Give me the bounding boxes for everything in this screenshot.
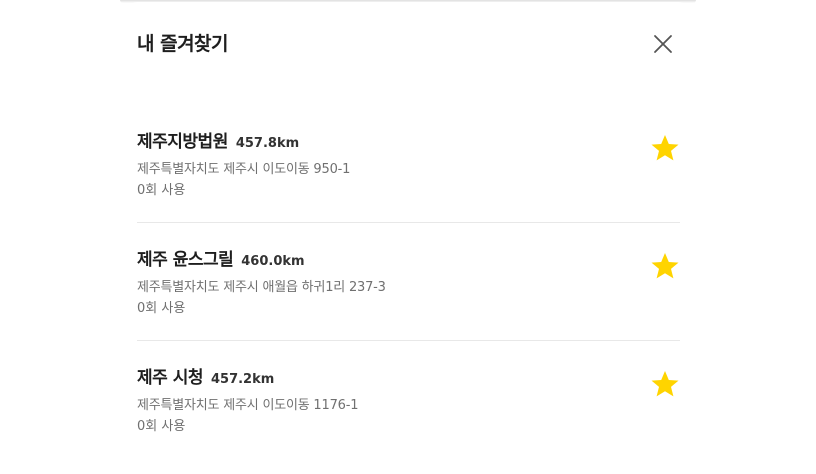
favorite-title-line: 제주 시청 457.2km xyxy=(137,363,274,388)
favorites-sheet: 내 즐겨찾기 제주지방법원 457.8km 제주특별자치도 제주시 이도이동 95… xyxy=(120,2,696,474)
list-item[interactable]: 제주 윤스그릴 460.0km 제주특별자치도 제주시 애월읍 하귀1리 237-… xyxy=(137,223,680,341)
sheet-header: 내 즐겨찾기 xyxy=(137,29,687,59)
close-icon xyxy=(654,35,672,53)
star-icon xyxy=(651,253,679,279)
favorite-distance: 460.0km xyxy=(241,254,305,269)
favorite-address: 제주특별자치도 제주시 애월읍 하귀1리 237-3 xyxy=(137,280,386,295)
list-item[interactable]: 제주 시청 457.2km 제주특별자치도 제주시 이도이동 1176-1 0회 … xyxy=(137,341,680,459)
star-icon xyxy=(651,371,679,397)
star-icon xyxy=(651,135,679,161)
favorite-toggle-button[interactable] xyxy=(650,369,680,399)
favorite-name: 제주지방법원 xyxy=(137,132,228,152)
favorite-title-line: 제주지방법원 457.8km xyxy=(137,127,299,152)
favorite-usage-count: 0회 사용 xyxy=(137,419,186,434)
favorite-title-line: 제주 윤스그릴 460.0km xyxy=(137,245,305,270)
favorite-usage-count: 0회 사용 xyxy=(137,301,186,316)
list-item[interactable]: 제주지방법원 457.8km 제주특별자치도 제주시 이도이동 950-1 0회 … xyxy=(137,105,680,223)
favorite-address: 제주특별자치도 제주시 이도이동 1176-1 xyxy=(137,398,359,413)
favorite-name: 제주 시청 xyxy=(137,368,203,388)
favorite-toggle-button[interactable] xyxy=(650,251,680,281)
favorite-usage-count: 0회 사용 xyxy=(137,183,186,198)
sheet-title: 내 즐겨찾기 xyxy=(137,33,229,55)
favorite-distance: 457.8km xyxy=(235,136,300,151)
favorite-toggle-button[interactable] xyxy=(650,133,680,163)
favorite-distance: 457.2km xyxy=(210,372,275,387)
favorite-name: 제주 윤스그릴 xyxy=(137,250,234,270)
favorites-list: 제주지방법원 457.8km 제주특별자치도 제주시 이도이동 950-1 0회 … xyxy=(137,105,680,459)
favorite-address: 제주특별자치도 제주시 이도이동 950-1 xyxy=(137,162,351,177)
close-button[interactable] xyxy=(650,31,676,57)
